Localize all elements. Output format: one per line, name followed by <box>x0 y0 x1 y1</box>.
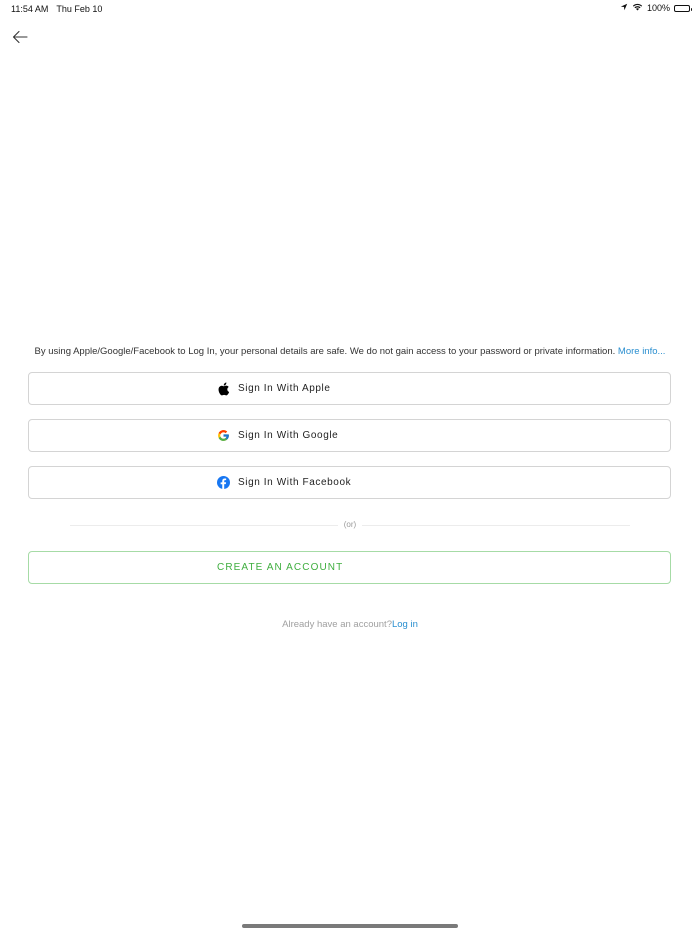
sign-in-apple-label: Sign In With Apple <box>238 383 331 394</box>
battery-percentage: 100% <box>646 3 670 13</box>
create-account-button[interactable]: CREATE AN ACCOUNT <box>28 551 671 584</box>
create-account-label: CREATE AN ACCOUNT <box>217 562 344 573</box>
or-divider: (or) <box>70 520 630 532</box>
arrow-left-icon <box>12 30 28 44</box>
status-left: 11:54 AM Thu Feb 10 <box>11 4 102 14</box>
sign-in-google-button[interactable]: Sign In With Google <box>28 419 671 452</box>
sign-in-google-label: Sign In With Google <box>238 430 339 441</box>
home-indicator[interactable] <box>242 924 458 928</box>
login-link[interactable]: Log in <box>392 619 418 630</box>
google-icon <box>216 429 230 443</box>
wifi-icon <box>632 3 643 13</box>
sign-in-facebook-button[interactable]: Sign In With Facebook <box>28 466 671 499</box>
battery-icon <box>674 4 692 12</box>
more-info-link[interactable]: More info... <box>618 346 666 357</box>
login-screen: 11:54 AM Thu Feb 10 100% By using Apple/… <box>0 0 700 934</box>
status-right: 100% <box>620 3 692 13</box>
sign-in-facebook-label: Sign In With Facebook <box>238 477 352 488</box>
login-prompt-text: Already have an account? <box>282 619 392 630</box>
facebook-icon <box>216 476 230 490</box>
back-button[interactable] <box>10 28 30 46</box>
login-prompt-row: Already have an account?Log in <box>0 619 700 630</box>
status-time: 11:54 AM <box>11 4 49 14</box>
status-date: Thu Feb 10 <box>56 4 103 14</box>
sign-in-apple-button[interactable]: Sign In With Apple <box>28 372 671 405</box>
apple-icon <box>216 382 230 396</box>
disclaimer-text: By using Apple/Google/Facebook to Log In… <box>34 346 616 357</box>
divider-line-right <box>362 525 630 526</box>
location-icon <box>620 3 628 13</box>
privacy-disclaimer: By using Apple/Google/Facebook to Log In… <box>0 346 700 357</box>
status-bar: 11:54 AM Thu Feb 10 100% <box>0 0 700 18</box>
